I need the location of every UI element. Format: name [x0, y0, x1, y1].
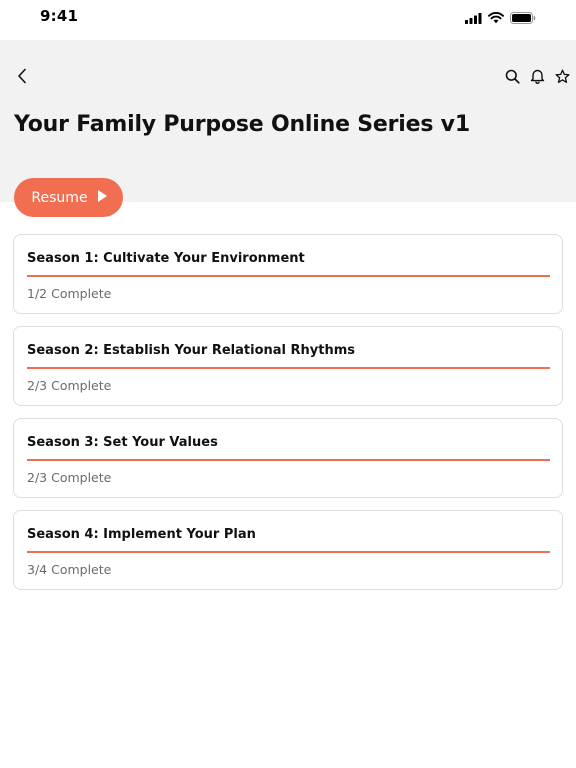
resume-button[interactable]: Resume [14, 178, 123, 217]
wifi-icon [488, 9, 504, 28]
bell-icon [530, 68, 545, 88]
season-status: 2/3 Complete [27, 470, 112, 485]
search-button[interactable] [504, 68, 520, 88]
star-icon [554, 69, 570, 88]
status-time: 9:41 [40, 7, 79, 25]
notifications-button[interactable] [529, 68, 545, 88]
season-title: Season 3: Set Your Values [27, 435, 218, 450]
chevron-left-icon [17, 68, 27, 88]
season-progress-bar [27, 459, 550, 461]
season-progress-fill [27, 275, 550, 277]
season-title: Season 1: Cultivate Your Environment [27, 251, 305, 266]
season-list: Season 1: Cultivate Your Environment 1/2… [13, 234, 563, 602]
season-title: Season 4: Implement Your Plan [27, 527, 256, 542]
season-card[interactable]: Season 2: Establish Your Relational Rhyt… [13, 326, 563, 406]
search-icon [505, 69, 520, 88]
season-progress-fill [27, 367, 550, 369]
season-title: Season 2: Establish Your Relational Rhyt… [27, 343, 356, 358]
signal-icon [465, 9, 482, 28]
season-progress-bar [27, 551, 550, 553]
season-progress-bar [27, 367, 550, 369]
season-card[interactable]: Season 4: Implement Your Plan 3/4 Comple… [13, 510, 563, 590]
status-bar: 9:41 [0, 0, 576, 40]
favorite-button[interactable] [554, 68, 570, 88]
season-card[interactable]: Season 3: Set Your Values 2/3 Complete [13, 418, 563, 498]
season-status: 3/4 Complete [27, 562, 112, 577]
resume-label: Resume [31, 189, 88, 206]
back-button[interactable] [12, 68, 32, 88]
page-title: Your Family Purpose Online Series v1 [14, 112, 470, 137]
nav-actions [504, 68, 570, 88]
play-icon [97, 189, 108, 207]
season-progress-bar [27, 275, 550, 277]
season-progress-fill [27, 459, 550, 461]
season-status: 1/2 Complete [27, 286, 112, 301]
season-card[interactable]: Season 1: Cultivate Your Environment 1/2… [13, 234, 563, 314]
season-progress-fill [27, 551, 550, 553]
battery-icon [510, 9, 536, 28]
status-icons [465, 9, 536, 28]
season-status: 2/3 Complete [27, 378, 112, 393]
